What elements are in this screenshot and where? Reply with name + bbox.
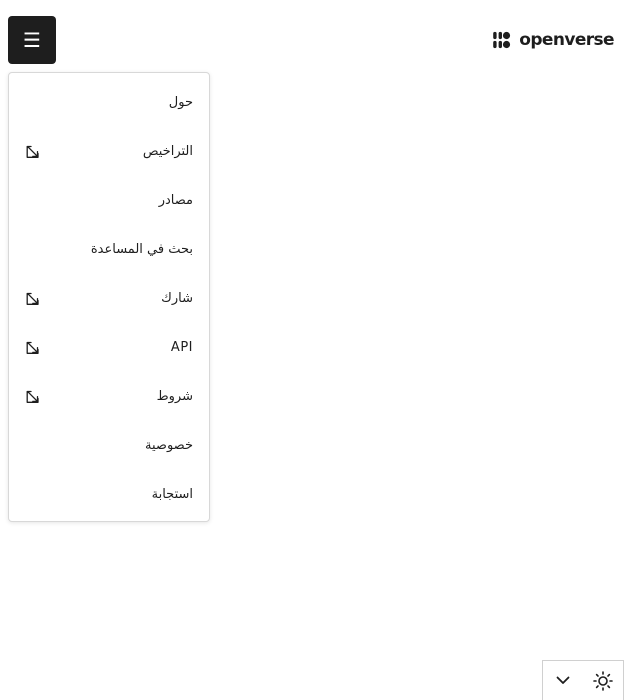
hamburger-icon: ☰: [23, 28, 41, 52]
external-link-icon: [26, 292, 39, 305]
theme-toggle-button[interactable]: [583, 661, 623, 700]
menu-item-7[interactable]: شروط: [9, 372, 209, 421]
menu-item-1[interactable]: حول: [9, 78, 209, 127]
menu-item-label: API: [170, 340, 193, 355]
external-link-icon: [26, 390, 39, 403]
menu-item-label: شارك: [161, 291, 193, 306]
external-link-icon: [26, 145, 39, 158]
menu-item-9[interactable]: استجابة: [9, 470, 209, 519]
menu-item-6[interactable]: API: [9, 323, 209, 372]
menu-item-label: حول: [168, 95, 193, 110]
menu-item-8[interactable]: خصوصية: [9, 421, 209, 470]
menu-item-label: شروط: [156, 389, 193, 404]
page: ☰ openverse حول التراخيص مصادر بحث في ال…: [0, 0, 640, 700]
menu-item-label: خصوصية: [145, 438, 193, 453]
external-link-icon: [26, 341, 39, 354]
menu-item-5[interactable]: شارك: [9, 274, 209, 323]
menu-item-label: استجابة: [151, 487, 193, 502]
theme-controls: [542, 660, 624, 700]
menu-button[interactable]: ☰: [8, 16, 56, 64]
theme-dropdown-button[interactable]: [543, 661, 583, 700]
menu-item-label: التراخيص: [142, 144, 193, 159]
openverse-logo[interactable]: openverse: [492, 29, 615, 51]
menu-item-label: مصادر: [158, 193, 193, 208]
menu-item-4[interactable]: بحث في المساعدة: [9, 225, 209, 274]
menu-item-2[interactable]: التراخيص: [9, 127, 209, 176]
navigation-menu: حول التراخيص مصادر بحث في المساعدة شارك …: [8, 72, 210, 522]
menu-item-label: بحث في المساعدة: [90, 242, 193, 257]
sun-icon: [593, 670, 613, 691]
menu-item-3[interactable]: مصادر: [9, 176, 209, 225]
openverse-logo-mark-icon: [493, 31, 511, 49]
logo-wordmark: openverse: [519, 30, 614, 50]
menu-list: حول التراخيص مصادر بحث في المساعدة شارك …: [9, 73, 209, 519]
chevron-down-icon: [556, 676, 570, 684]
